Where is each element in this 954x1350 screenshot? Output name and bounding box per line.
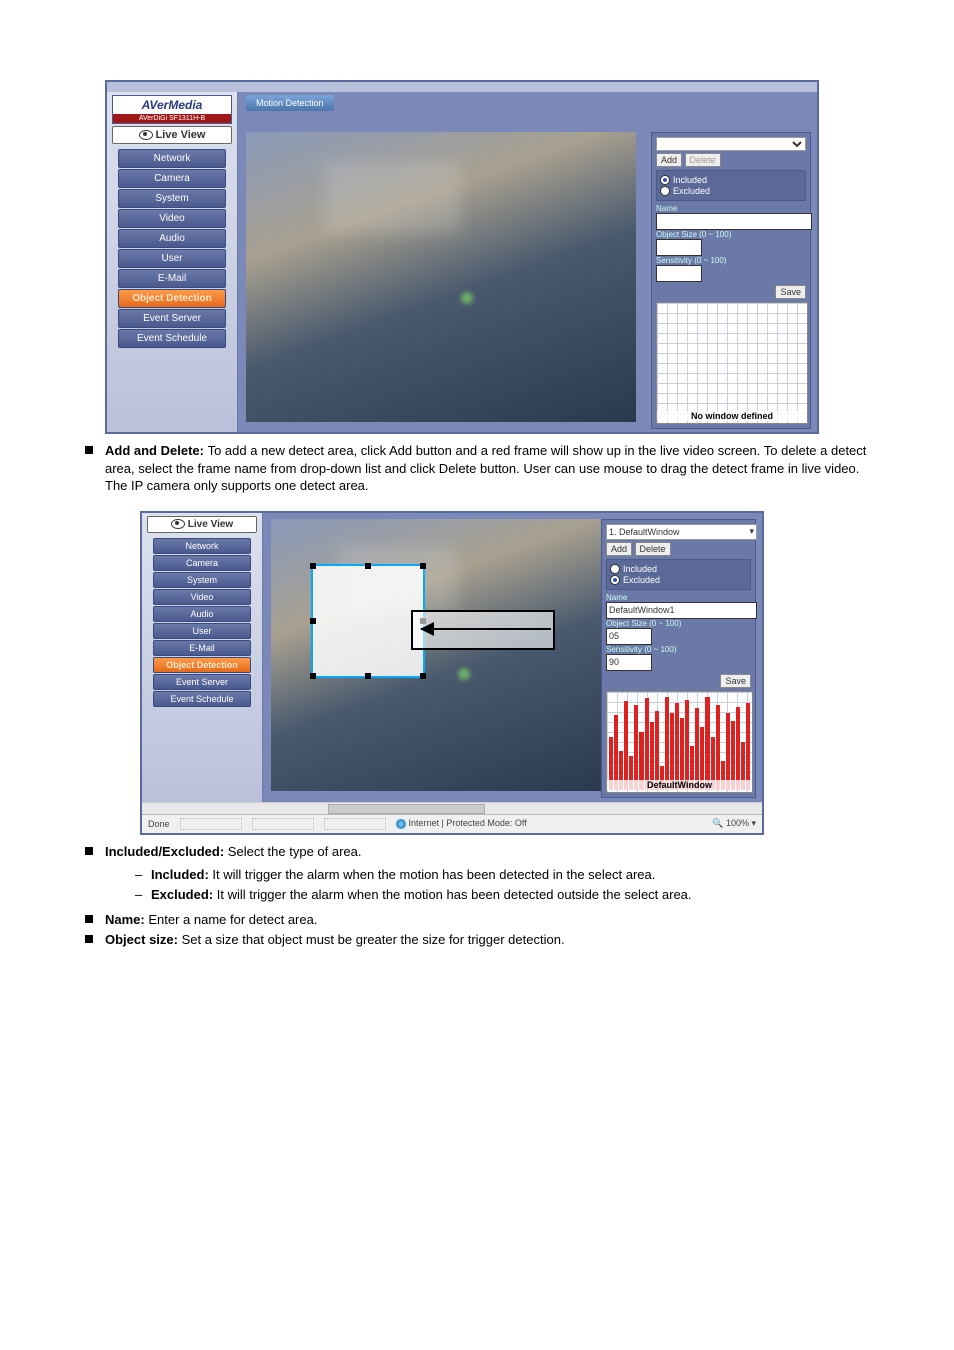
nav-object-detection[interactable]: Object Detection [118,289,226,308]
nav-system[interactable]: System [118,189,226,208]
name-label: Name [606,593,751,602]
delete-button[interactable]: Delete [685,153,721,167]
nav-system[interactable]: System [153,572,251,588]
nav-network[interactable]: Network [118,149,226,168]
detection-area-frame[interactable] [311,564,425,678]
sub-included: Included: It will trigger the alarm when… [135,866,879,884]
sub-excluded: Excluded: It will trigger the alarm when… [135,886,879,904]
status-done: Done [148,819,170,829]
radio-included[interactable]: Included [610,564,747,574]
globe-icon [396,819,406,829]
detection-settings-panel: Add Delete Included Excluded Name Object… [651,132,811,429]
live-video-preview [246,132,636,422]
eye-icon [171,519,185,529]
objsize-input[interactable] [606,628,652,645]
name-input[interactable] [606,602,757,619]
add-button[interactable]: Add [656,153,682,167]
radio-excluded[interactable]: Excluded [610,575,747,585]
sidebar: Live View Network Camera System Video Au… [142,513,263,803]
sensitivity-input[interactable] [656,265,702,282]
tab-motion-detection[interactable]: Motion Detection [246,95,334,111]
status-zone: Internet | Protected Mode: Off [396,818,527,829]
nav-video[interactable]: Video [118,209,226,228]
sensitivity-label: Sensitivity (0 ~ 100) [656,256,806,265]
bullet-included-excluded: Included/Excluded: Select the type of ar… [85,843,879,910]
delete-button[interactable]: Delete [635,542,671,556]
objsize-label: Object Size (0 ~ 100) [606,619,751,628]
nav-audio[interactable]: Audio [118,229,226,248]
name-label: Name [656,204,806,213]
name-input[interactable] [656,213,812,230]
nav-event-schedule[interactable]: Event Schedule [153,691,251,707]
sensitivity-label: Sensitivity (0 ~ 100) [606,645,751,654]
annotation-arrow [421,614,551,644]
status-zoom: 🔍 100% ▾ [712,818,756,829]
bullet-object-size: Object size: Set a size that object must… [85,931,879,949]
area-selector[interactable]: 1. DefaultWindow▾ [606,524,757,540]
add-button[interactable]: Add [606,542,632,556]
area-selector[interactable] [656,137,806,151]
browser-statusbar: Done Internet | Protected Mode: Off 🔍 10… [142,814,762,833]
bullet-name: Name: Enter a name for detect area. [85,911,879,929]
nav-event-server[interactable]: Event Server [153,674,251,690]
nav-audio[interactable]: Audio [153,606,251,622]
nav-camera[interactable]: Camera [153,555,251,571]
nav-object-detection[interactable]: Object Detection [153,657,251,673]
eye-icon [139,130,153,140]
brand-logo: AVerMedia AVerDiGi SF1311H-B [112,95,232,124]
save-button[interactable]: Save [720,674,751,688]
nav-camera[interactable]: Camera [118,169,226,188]
activity-graph: No window defined [656,302,808,424]
live-video-preview [271,519,611,791]
objsize-input[interactable] [656,239,702,256]
graph-caption: DefaultWindow [607,780,752,790]
radio-excluded[interactable]: Excluded [660,186,802,196]
live-view-button[interactable]: Live View [147,516,257,533]
detection-settings-panel: 1. DefaultWindow▾ Add Delete Included Ex… [601,519,756,798]
nav-email[interactable]: E-Mail [118,269,226,288]
activity-graph: DefaultWindow [606,691,753,793]
nav-event-schedule[interactable]: Event Schedule [118,329,226,348]
live-view-button[interactable]: Live View [112,126,232,144]
nav-network[interactable]: Network [153,538,251,554]
objsize-label: Object Size (0 ~ 100) [656,230,806,239]
save-button[interactable]: Save [775,285,806,299]
nav-user[interactable]: User [153,623,251,639]
bullet-add-delete: Add and Delete: To add a new detect area… [85,442,879,495]
nav-email[interactable]: E-Mail [153,640,251,656]
graph-caption: No window defined [657,411,807,421]
screenshot-motion-detection-empty: AVerMedia AVerDiGi SF1311H-B Live View N… [105,80,819,434]
screenshot-motion-detection-defined: Live View Network Camera System Video Au… [140,511,764,835]
sensitivity-input[interactable] [606,654,652,671]
nav-user[interactable]: User [118,249,226,268]
radio-included[interactable]: Included [660,175,802,185]
nav-video[interactable]: Video [153,589,251,605]
nav-event-server[interactable]: Event Server [118,309,226,328]
sidebar: AVerMedia AVerDiGi SF1311H-B Live View N… [107,92,238,432]
